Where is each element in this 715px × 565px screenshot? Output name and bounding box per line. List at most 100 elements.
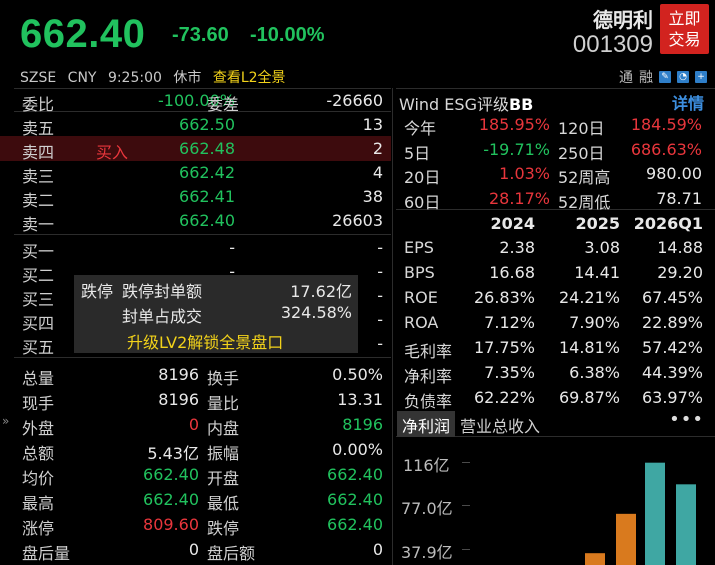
stat-row: 最高 662.40 最低 662.40 <box>0 487 391 513</box>
margin-trade-tag-rong[interactable]: 融 <box>639 67 653 87</box>
ask-row[interactable]: 卖二 662.41 38 <box>0 184 391 210</box>
ask-row[interactable]: 卖五 662.50 13 <box>0 112 391 138</box>
fin-label: 净利率 <box>404 367 453 386</box>
stat-row: 外盘 0 内盘 8196 <box>0 412 391 438</box>
stat-value: 8196 <box>158 390 199 409</box>
fin-value: 14.41 <box>574 263 620 282</box>
seal-ratio-label: 封单占成交 <box>122 307 203 326</box>
perf-value: 980.00 <box>646 164 702 183</box>
perf-label: 52周低 <box>558 193 611 212</box>
stat-value: 0 <box>188 415 199 434</box>
bid-price: - <box>229 238 235 257</box>
fin-value: 22.89% <box>641 313 703 332</box>
ask-row-highlighted[interactable]: 卖四 买入 662.48 2 <box>0 136 391 162</box>
market-code: SZSE <box>20 70 57 86</box>
ask-volume: 13 <box>362 115 383 134</box>
bar <box>616 513 636 565</box>
fin-value: 2.38 <box>499 238 535 257</box>
fin-value: 29.20 <box>657 263 703 282</box>
add-icon[interactable]: + <box>695 71 707 83</box>
bar <box>676 484 696 565</box>
stat-row: 涨停 809.60 跌停 662.40 <box>0 512 391 538</box>
market-status-bar: SZSE CNY 9:25:00 休市 查看L2全景 <box>20 67 293 87</box>
stat-value: 662.40 <box>327 515 383 534</box>
bid-row[interactable]: 买一 - - <box>0 235 391 261</box>
financial-row: 负债率 62.22% 69.87% 63.97% <box>396 385 711 411</box>
stat-value: 13.31 <box>337 390 383 409</box>
perf-label: 120日 <box>558 119 605 138</box>
bell-icon[interactable]: ◔ <box>677 71 689 83</box>
perf-value: -19.71% <box>483 140 550 159</box>
stat-label: 盘后额 <box>207 544 256 563</box>
more-options-icon[interactable]: ••• <box>669 409 704 430</box>
tool-icon-bar: 通 融 ✎ ◔ + <box>619 67 707 87</box>
fin-value: 44.39% <box>641 363 703 382</box>
perf-label: 今年 <box>404 119 437 138</box>
financials-header: 2024 2025 2026Q1 <box>396 211 711 236</box>
perf-value: 1.03% <box>499 164 550 183</box>
session-status: 休市 <box>173 70 202 86</box>
stat-value: 8196 <box>158 365 199 384</box>
ask-volume: 2 <box>372 139 383 158</box>
year-header: 2024 <box>490 214 535 233</box>
performance-row: 今年 185.95% 120日 184.59% <box>396 112 711 138</box>
fin-value: 7.12% <box>484 313 535 332</box>
fin-value: 16.68 <box>489 263 535 282</box>
fin-value: 24.21% <box>558 288 620 307</box>
y-tick-label: 116亿 <box>403 456 450 475</box>
stat-label: 总量 <box>22 369 55 388</box>
financial-row: ROE 26.83% 24.21% 67.45% <box>396 285 711 310</box>
stat-value: 0 <box>188 540 199 559</box>
perf-value: 686.63% <box>630 140 702 159</box>
fin-value: 67.45% <box>641 288 703 307</box>
margin-trade-tag-tong[interactable]: 通 <box>619 67 633 87</box>
chart-tabs: 净利润 营业总收入 <box>397 411 545 437</box>
bid-volume: - <box>377 262 383 281</box>
perf-value: 184.59% <box>630 115 702 134</box>
price-change: -73.60 <box>172 24 229 46</box>
edit-icon[interactable]: ✎ <box>659 71 671 83</box>
ask-row[interactable]: 卖三 662.42 4 <box>0 160 391 186</box>
esg-detail-link[interactable]: 详情 <box>672 90 704 114</box>
y-tick-label: 37.9亿 <box>401 543 453 562</box>
stat-label: 最低 <box>207 494 240 513</box>
trade-now-button[interactable]: 立即 交易 <box>660 4 709 54</box>
ask-price: 662.42 <box>179 163 235 182</box>
stat-value: 662.40 <box>143 465 199 484</box>
tab-net-profit[interactable]: 净利润 <box>397 411 456 437</box>
stat-label: 开盘 <box>207 469 240 488</box>
stock-name: 德明利 <box>593 8 653 32</box>
stat-value: 662.40 <box>327 465 383 484</box>
stat-label: 盘后量 <box>22 544 71 563</box>
stat-value: 0.00% <box>332 440 383 459</box>
stat-row: 总额 5.43亿 振幅 0.00% <box>0 437 391 463</box>
fin-value: 57.42% <box>641 338 703 357</box>
bid-volume: - <box>377 286 383 305</box>
stat-label: 现手 <box>22 394 55 413</box>
seal-ratio-value: 324.58% <box>280 303 352 322</box>
ask-price: 662.40 <box>179 211 235 230</box>
stat-label: 外盘 <box>22 419 55 438</box>
stat-label: 振幅 <box>207 444 240 463</box>
ask-price: 662.41 <box>179 187 235 206</box>
fin-value: 7.90% <box>569 313 620 332</box>
upgrade-lv2-link[interactable]: 升级LV2解锁全景盘口 <box>127 329 283 353</box>
quote-time: 9:25:00 <box>107 70 162 86</box>
stat-label: 跌停 <box>207 519 240 538</box>
stat-label: 总额 <box>22 444 55 463</box>
performance-row: 60日 28.17% 52周低 78.71 <box>396 186 711 212</box>
view-l2-link[interactable]: 查看L2全景 <box>213 70 286 86</box>
stock-code: 001309 <box>572 31 653 58</box>
perf-label: 60日 <box>404 193 441 212</box>
fin-label: 负债率 <box>404 392 453 411</box>
fin-value: 3.08 <box>584 238 620 257</box>
currency: CNY <box>67 70 97 86</box>
ask-volume: 38 <box>362 187 383 206</box>
tab-total-revenue[interactable]: 营业总收入 <box>455 411 545 437</box>
stat-label: 最高 <box>22 494 55 513</box>
divider <box>396 88 715 89</box>
fin-label: ROE <box>404 288 438 307</box>
weicha-value: -26660 <box>326 91 383 110</box>
ask-row[interactable]: 卖一 662.40 26603 <box>0 208 391 234</box>
net-profit-chart <box>585 462 696 565</box>
